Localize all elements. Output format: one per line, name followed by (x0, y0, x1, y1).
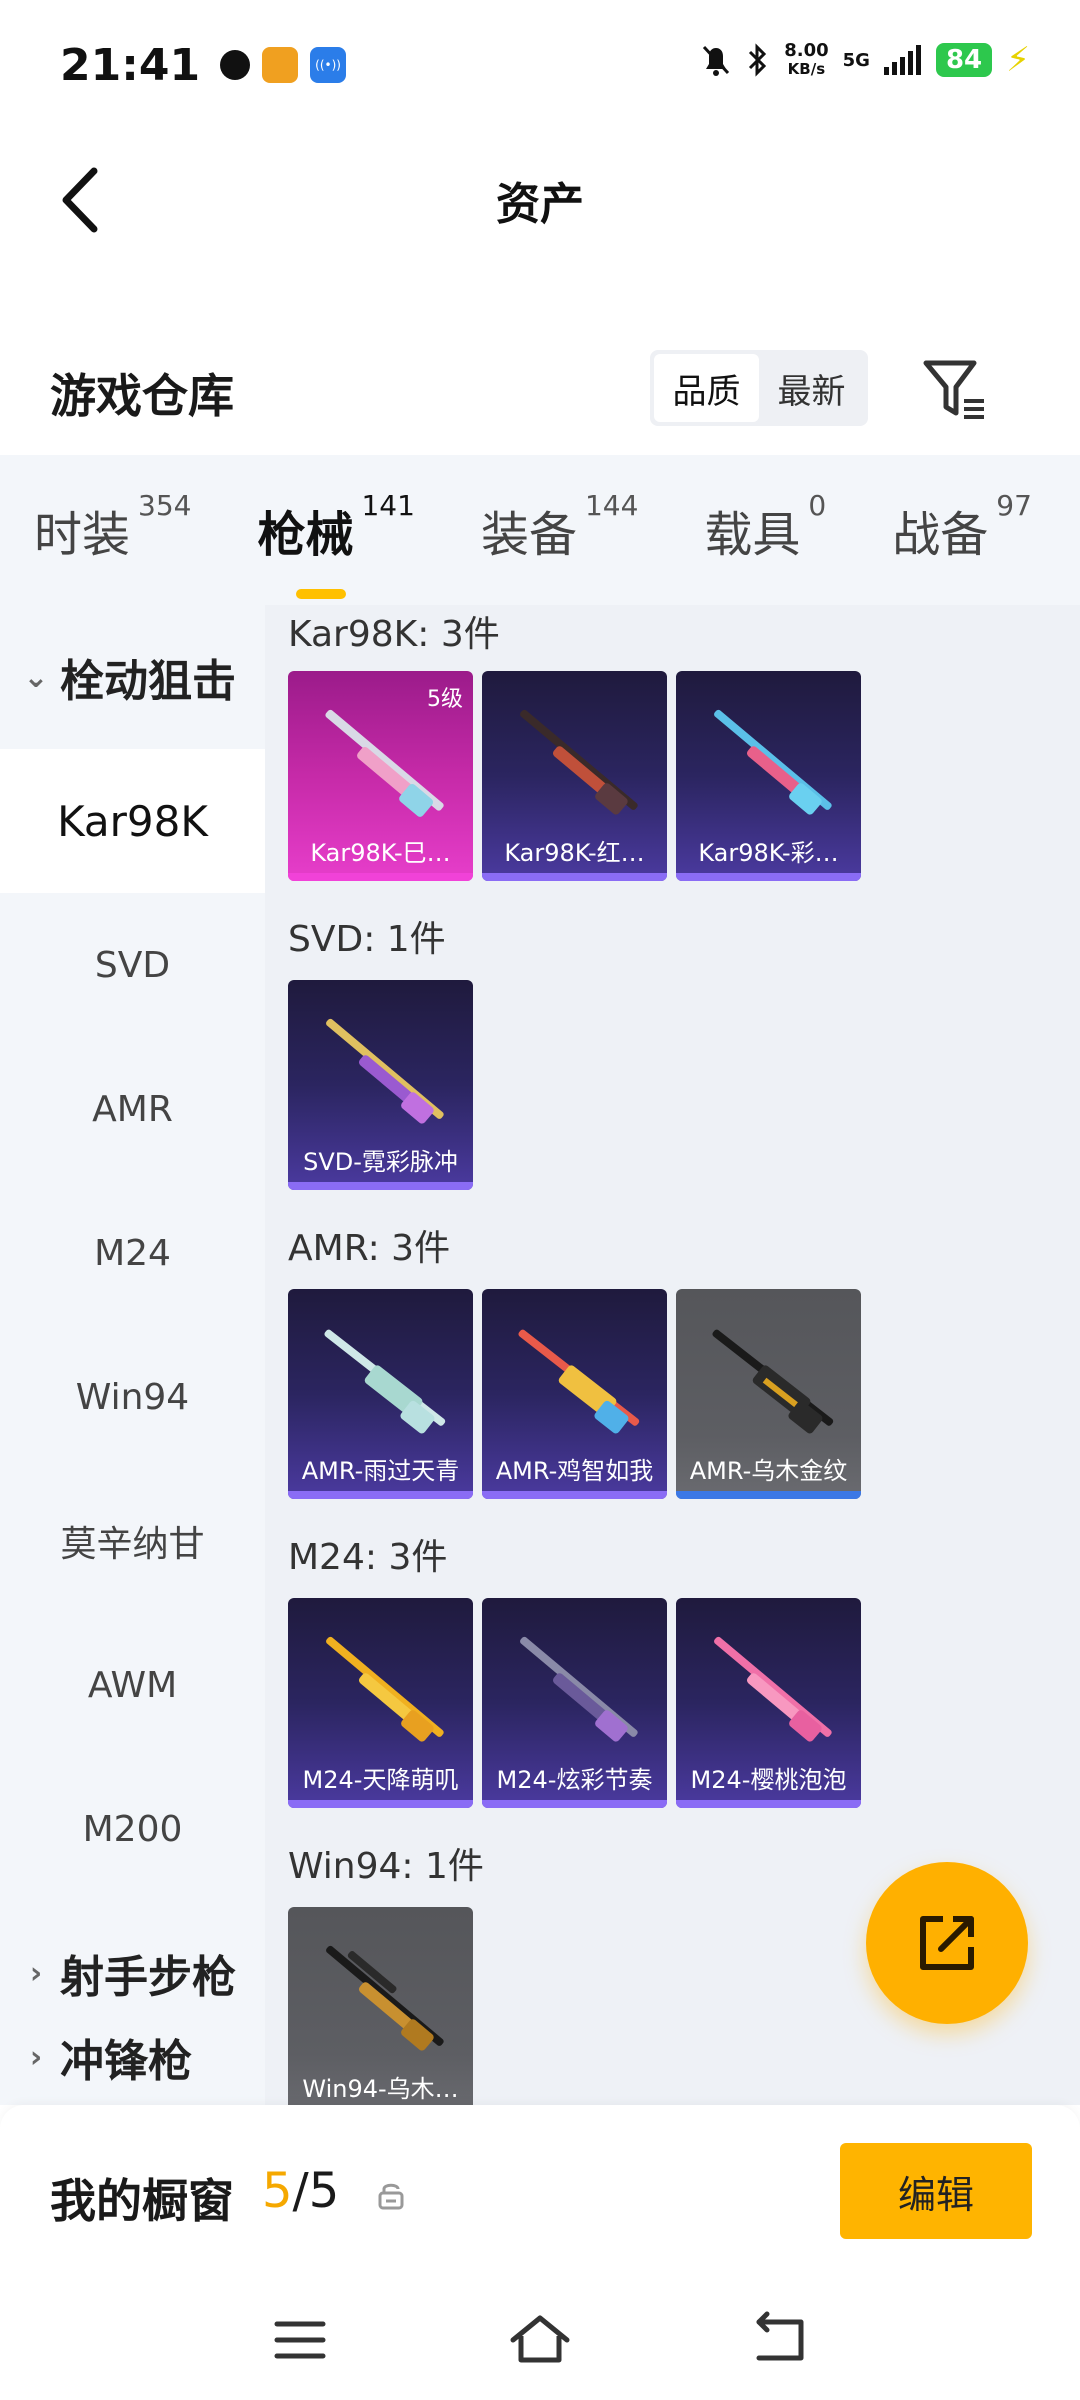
section-title-win94: Win94: 1件 (288, 1846, 484, 1887)
warehouse-row: 游戏仓库 品质 最新 (0, 330, 1080, 450)
skin-card[interactable]: M24-天降萌叽 (288, 1598, 473, 1808)
sidebar-item-svd[interactable]: SVD (0, 893, 265, 1037)
chevron-right-icon: › (29, 2039, 43, 2075)
sidebar-item-amr[interactable]: AMR (0, 1037, 265, 1181)
skin-card-label: M24-樱桃泡泡 (690, 1765, 847, 1794)
sort-toggle: 品质 最新 (650, 350, 868, 426)
skin-card-label: Win94-乌木… (302, 2074, 459, 2103)
rifle-icon (326, 1945, 444, 2051)
tab-fashion[interactable]: 时装 354 (34, 489, 191, 565)
sort-quality-option[interactable]: 品质 (654, 354, 759, 422)
tab-firearms[interactable]: 枪械 141 (257, 489, 415, 599)
chevron-right-icon: › (29, 1955, 43, 1991)
skin-card[interactable]: Kar98K-彩… (676, 671, 861, 881)
status-bar: 21:41 ((•)) 8.00 KB/s 5G 84 ⚡ (0, 0, 1080, 130)
filter-icon (923, 360, 984, 419)
chevron-left-icon (62, 167, 98, 233)
menu-icon[interactable] (265, 2310, 335, 2370)
game-app-icon (262, 47, 299, 83)
skin-card-label: SVD-霓彩脉冲 (303, 1147, 458, 1176)
rifle-icon (326, 1018, 444, 1124)
rifle-icon (520, 709, 638, 815)
status-right-icons: 8.00 KB/s 5G 84 ⚡ (700, 40, 1030, 80)
edit-showcase-button[interactable]: 编辑 (840, 2143, 1032, 2239)
rifle-icon (324, 1329, 446, 1434)
skin-card[interactable]: AMR-乌木金纹 (676, 1289, 861, 1499)
tab-supplies[interactable]: 战备 97 (892, 489, 1032, 565)
skin-card[interactable]: M24-炫彩节奏 (482, 1598, 667, 1808)
tab-vehicles[interactable]: 载具 0 (704, 489, 826, 565)
sidebar-item-m200[interactable]: M200 (0, 1757, 265, 1901)
sort-newest-option[interactable]: 最新 (759, 354, 864, 422)
skin-card[interactable]: Kar98K-红… (482, 671, 667, 881)
back-button[interactable] (40, 160, 120, 240)
battery-indicator: 84 (935, 43, 993, 77)
skin-card[interactable]: M24-樱桃泡泡 (676, 1598, 861, 1808)
section-title-m24: M24: 3件 (288, 1537, 448, 1578)
section-title-amr: AMR: 3件 (288, 1228, 451, 1269)
rifle-icon (520, 1636, 638, 1742)
weapon-type-sidebar: ⌄ 栓动狙击 Kar98K SVD AMR M24 Win94 莫辛纳甘 AWM… (0, 605, 265, 2105)
share-fab-button[interactable] (866, 1862, 1028, 2024)
share-external-icon (920, 1916, 974, 1970)
sidebar-item-awm[interactable]: AWM (0, 1613, 265, 1757)
bluetooth-icon (749, 43, 767, 77)
showcase-bar: 我的橱窗 5/5 编辑 (0, 2105, 1080, 2290)
sidebar-group-bolt-sniper[interactable]: ⌄ 栓动狙击 (0, 605, 265, 749)
showcase-count: 5/5 (262, 2163, 340, 2219)
sidebar-item-kar98k[interactable]: Kar98K (0, 749, 265, 893)
rifle-icon (714, 709, 832, 815)
chevron-down-icon: ⌄ (23, 659, 49, 695)
app-notification-icon (220, 50, 251, 80)
skin-card-label: AMR-鸡智如我 (495, 1456, 654, 1485)
network-speed: 8.00 KB/s (784, 40, 829, 79)
skin-card[interactable]: 5级 Kar98K-巳… (288, 671, 473, 881)
rifle-icon (714, 1636, 832, 1742)
tab-equipment[interactable]: 装备 144 (481, 489, 638, 565)
signal-strength-icon (883, 45, 921, 75)
filter-button[interactable] (920, 355, 990, 425)
skin-card-label: Kar98K-红… (504, 838, 645, 867)
hotspot-app-icon: ((•)) (310, 47, 347, 83)
rifle-icon (326, 1636, 444, 1742)
rifle-icon (518, 1329, 640, 1434)
page-title: 资产 (496, 179, 584, 230)
section-title-kar98k: Kar98K: 3件 (288, 614, 500, 655)
skin-card[interactable]: Win94-乌木… (288, 1907, 473, 2105)
skin-card-label: AMR-乌木金纹 (689, 1456, 848, 1485)
section-title-svd: SVD: 1件 (288, 919, 446, 960)
skin-card[interactable]: AMR-鸡智如我 (482, 1289, 667, 1499)
skin-card[interactable]: SVD-霓彩脉冲 (288, 980, 473, 1190)
skin-level-badge: 5级 (427, 687, 463, 712)
system-navigation-bar (0, 2290, 1080, 2400)
status-time: 21:41 (60, 39, 201, 91)
skin-card[interactable]: AMR-雨过天青 (288, 1289, 473, 1499)
status-notification-icons: ((•)) (220, 47, 347, 83)
charging-bolt-icon: ⚡ (1006, 40, 1030, 80)
active-tab-indicator (296, 589, 347, 599)
home-icon[interactable] (505, 2310, 575, 2370)
category-tabs: 时装 354 枪械 141 装备 144 载具 0 战备 97 (0, 455, 1080, 605)
skin-card-label: Kar98K-巳… (310, 838, 451, 867)
skin-card-label: Kar98K-彩… (698, 838, 839, 867)
skin-card-label: AMR-雨过天青 (301, 1456, 460, 1485)
sidebar-item-m24[interactable]: M24 (0, 1181, 265, 1325)
warehouse-title: 游戏仓库 (50, 369, 234, 423)
signal-5g-label: 5G (842, 49, 870, 71)
showcase-label: 我的橱窗 (50, 2174, 234, 2228)
sidebar-item-win94[interactable]: Win94 (0, 1325, 265, 1469)
skin-card-label: M24-天降萌叽 (302, 1765, 459, 1794)
back-nav-icon[interactable] (745, 2310, 815, 2370)
mute-bell-icon (703, 45, 730, 76)
skin-card-label: M24-炫彩节奏 (496, 1765, 653, 1794)
sidebar-item-mosin[interactable]: 莫辛纳甘 (0, 1469, 265, 1613)
lock-icon (378, 2183, 404, 2210)
page-header: 资产 (0, 130, 1080, 270)
rifle-icon (712, 1329, 834, 1434)
